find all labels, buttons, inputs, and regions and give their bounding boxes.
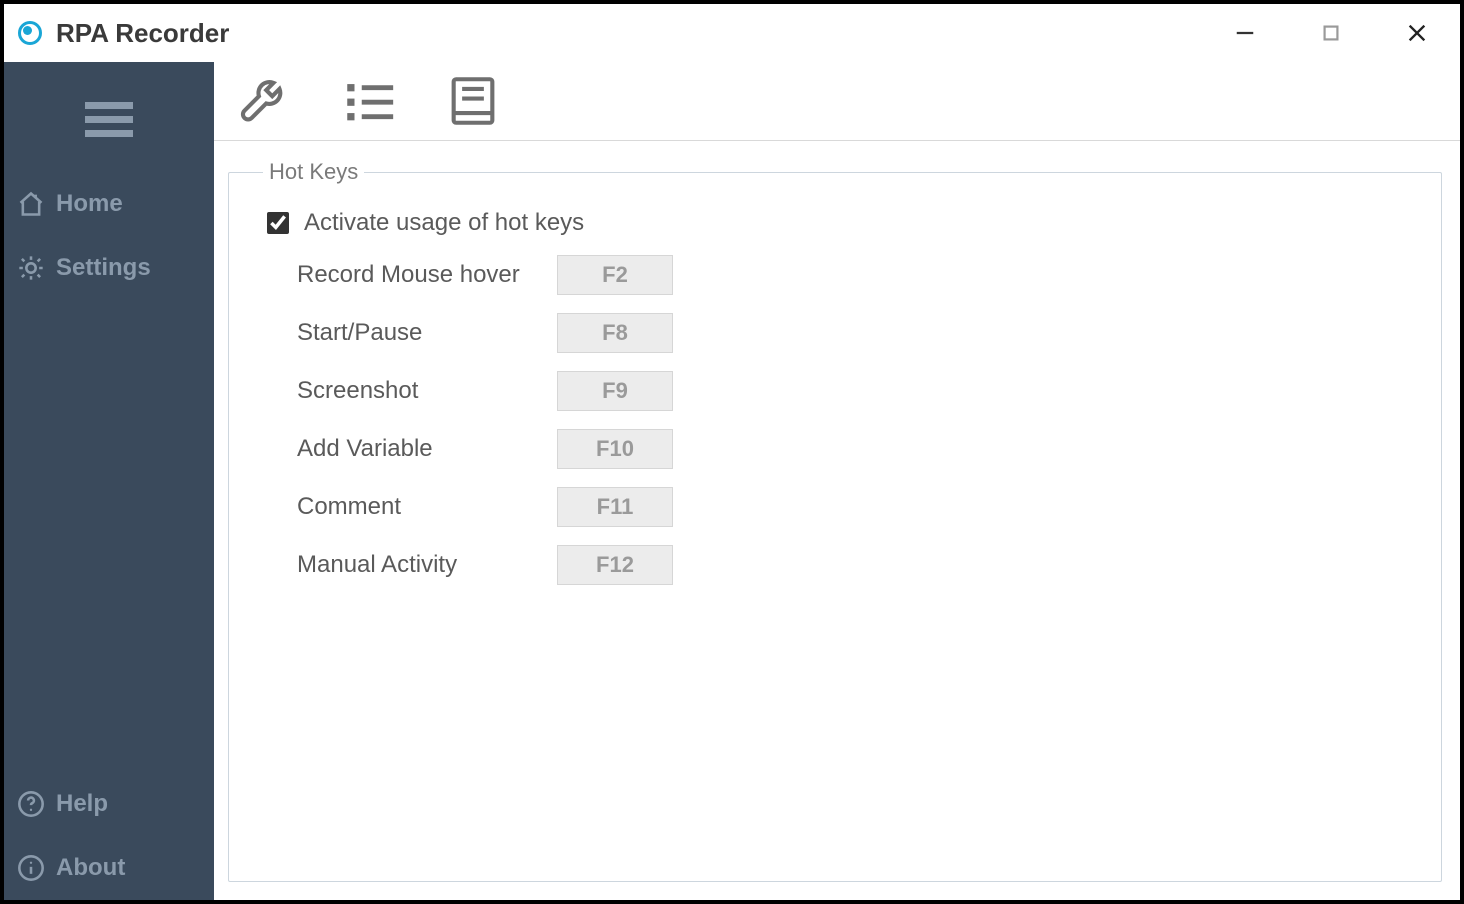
sidebar: Home Settings [4,62,214,900]
help-icon [14,790,48,818]
hotkey-row-add-variable: Add Variable F10 [297,429,1413,469]
main-panel: Hot Keys Activate usage of hot keys Reco… [214,62,1460,900]
hotkey-row-manual-activity: Manual Activity F12 [297,545,1413,585]
hotkey-label: Add Variable [297,435,557,463]
titlebar: RPA Recorder [4,4,1460,62]
hotkey-button[interactable]: F10 [557,429,673,469]
hotkey-button[interactable]: F2 [557,255,673,295]
hotkey-button[interactable]: F9 [557,371,673,411]
sidebar-item-help[interactable]: Help [4,772,214,836]
hotkey-button[interactable]: F8 [557,313,673,353]
hamburger-icon [81,98,137,142]
minimize-icon [1234,22,1256,44]
activate-hotkeys-label[interactable]: Activate usage of hot keys [304,209,584,237]
sidebar-toggle[interactable] [4,78,214,172]
settings-tabs [214,62,1460,141]
sidebar-item-label: Settings [56,254,151,282]
sidebar-item-about[interactable]: About [4,836,214,900]
info-icon [14,854,48,882]
minimize-button[interactable] [1202,4,1288,62]
hotkey-label: Screenshot [297,377,557,405]
hotkeys-group-title: Hot Keys [263,159,364,185]
hotkey-row-screenshot: Screenshot F9 [297,371,1413,411]
hotkey-label: Record Mouse hover [297,261,557,289]
hotkey-row-start-pause: Start/Pause F8 [297,313,1413,353]
tab-general[interactable] [236,72,294,130]
close-icon [1406,22,1428,44]
home-icon [14,190,48,218]
app-title: RPA Recorder [56,18,229,49]
tab-list[interactable] [340,72,398,130]
sidebar-item-label: Home [56,190,123,218]
close-button[interactable] [1374,4,1460,62]
hotkey-label: Comment [297,493,557,521]
app-window: RPA Recorder [0,0,1464,904]
wrench-icon [236,72,294,130]
window-controls [1202,4,1460,62]
list-icon [340,72,398,130]
maximize-icon [1320,22,1342,44]
hotkey-label: Manual Activity [297,551,557,579]
hotkey-label: Start/Pause [297,319,557,347]
book-icon [444,72,502,130]
hotkey-button[interactable]: F11 [557,487,673,527]
hotkey-row-comment: Comment F11 [297,487,1413,527]
hotkey-button[interactable]: F12 [557,545,673,585]
hotkeys-group: Hot Keys Activate usage of hot keys Reco… [228,159,1442,882]
gear-icon [14,254,48,282]
activate-hotkeys-checkbox[interactable] [267,212,289,234]
maximize-button[interactable] [1288,4,1374,62]
sidebar-item-label: Help [56,790,108,818]
tab-docs[interactable] [444,72,502,130]
sidebar-item-home[interactable]: Home [4,172,214,236]
sidebar-item-label: About [56,854,125,882]
hotkey-row-record-mouse-hover: Record Mouse hover F2 [297,255,1413,295]
app-icon [18,21,42,45]
sidebar-item-settings[interactable]: Settings [4,236,214,300]
